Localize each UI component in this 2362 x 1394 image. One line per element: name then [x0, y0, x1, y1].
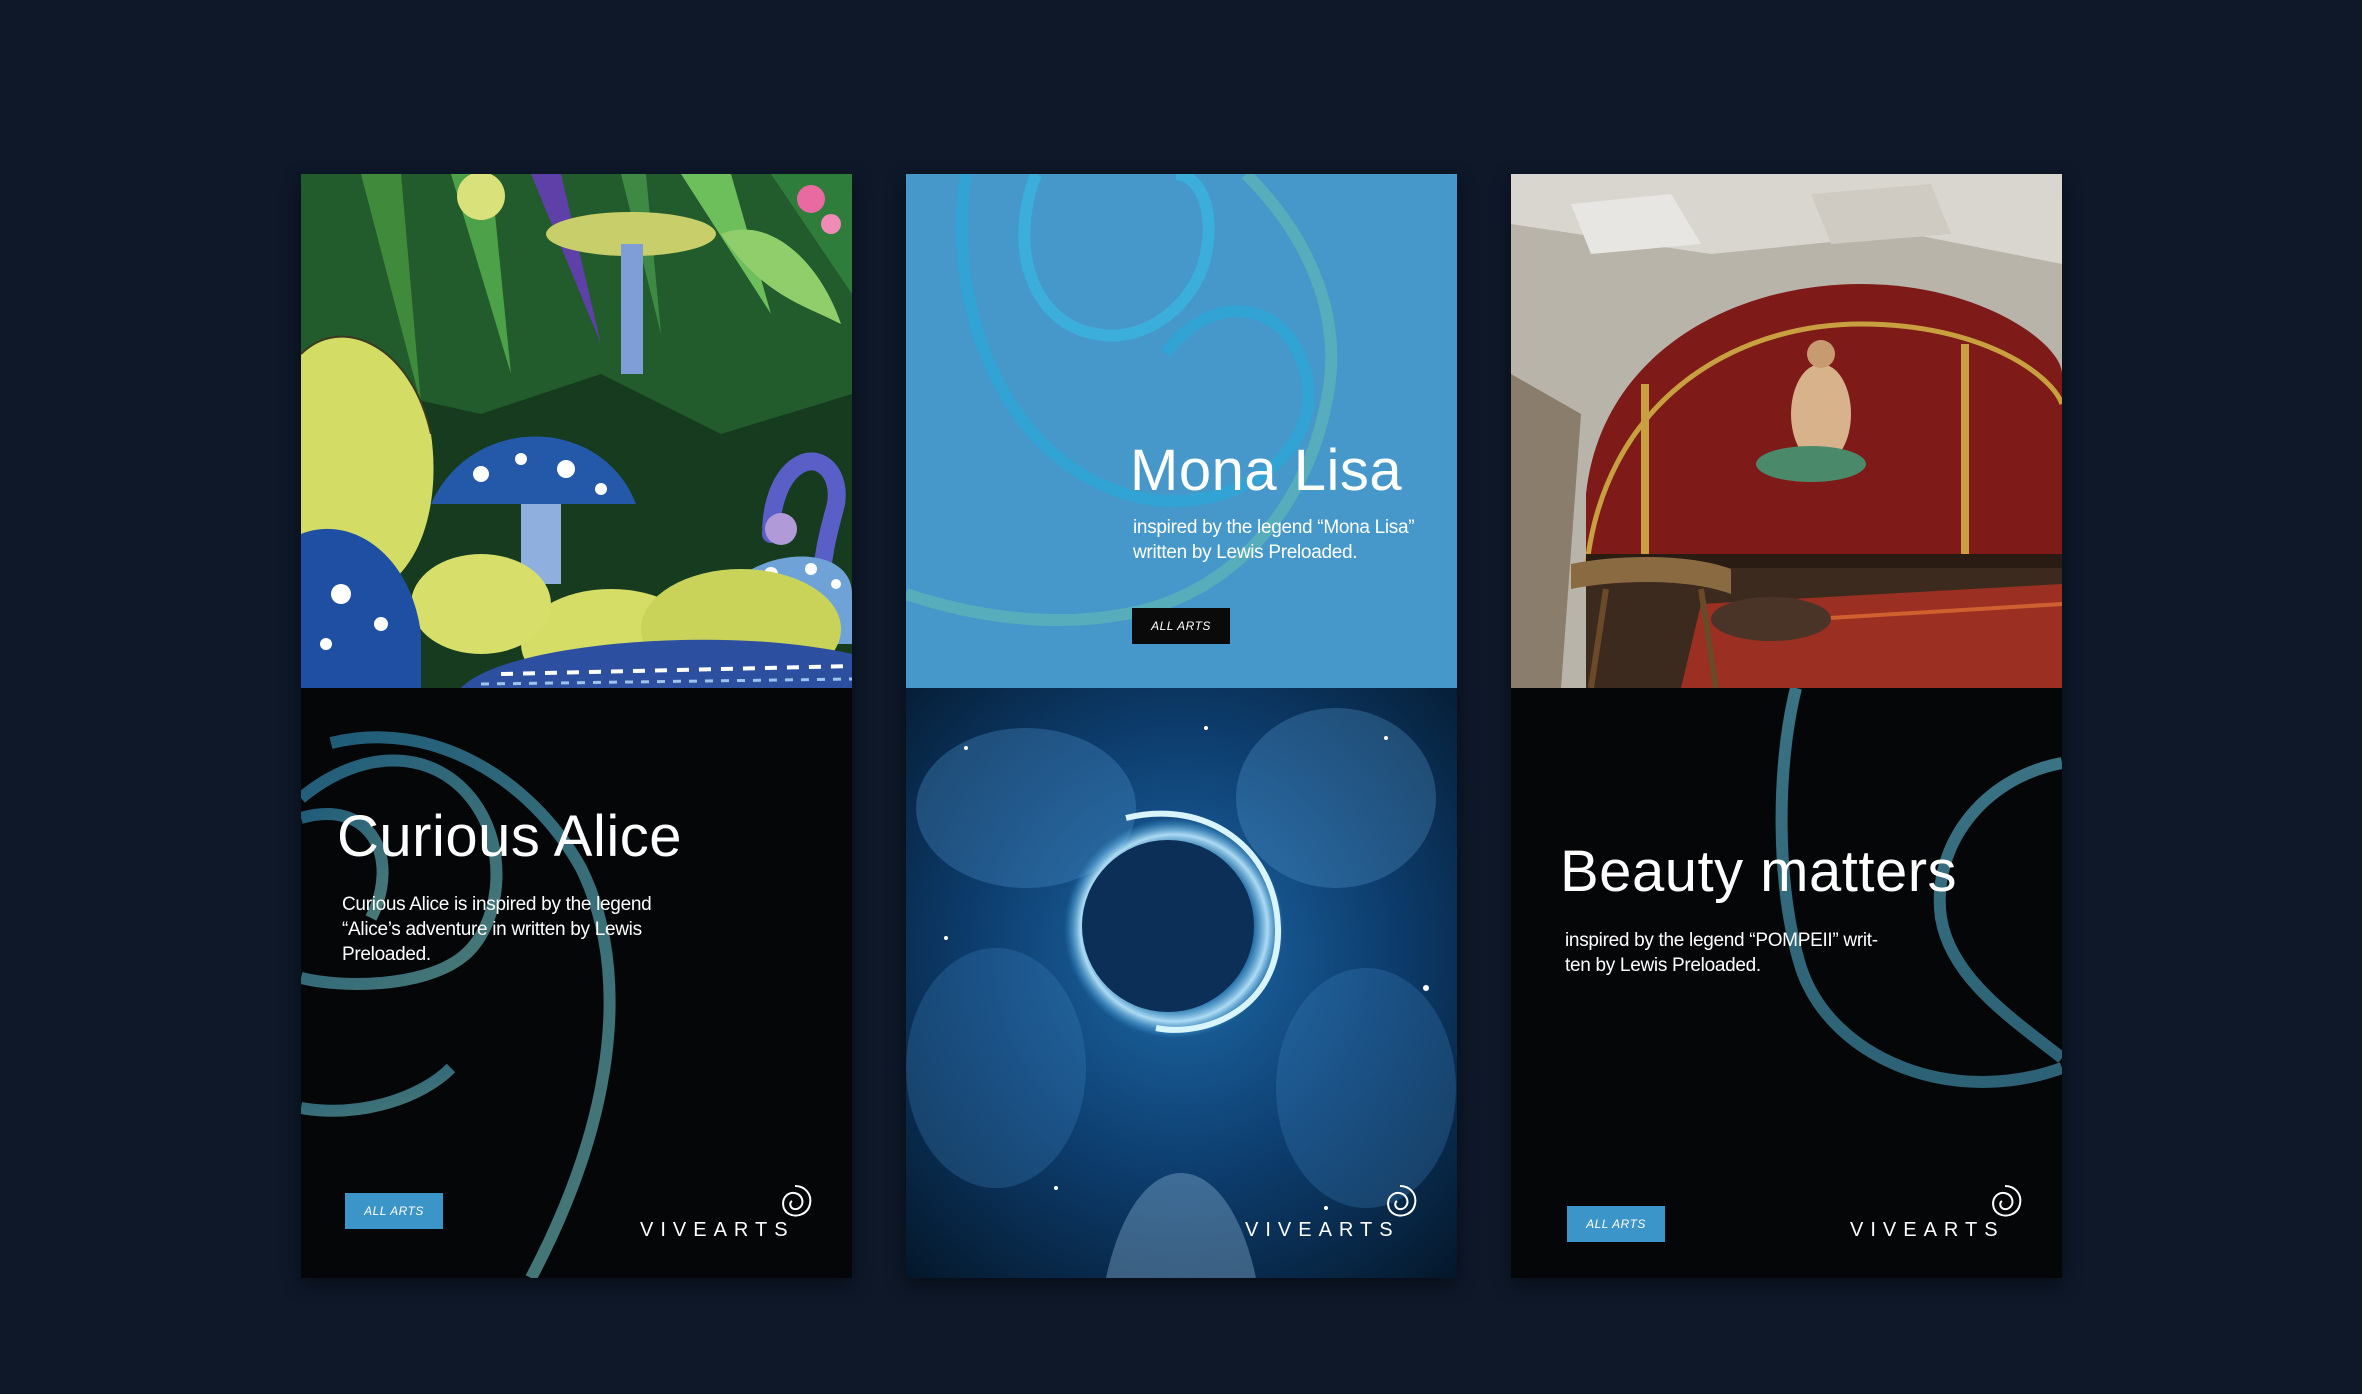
poster-title: Beauty matters — [1560, 839, 1958, 904]
spiral-logo-icon — [782, 1185, 812, 1217]
poster-card-curious-alice[interactable]: Curious Alice Curious Alice is inspired … — [301, 174, 852, 1278]
vivearts-logo: VIVEARTS — [1850, 1182, 2025, 1242]
poster-card-beauty-matters[interactable]: Beauty matters inspired by the legend “P… — [1511, 174, 2062, 1278]
poster-card-mona-lisa[interactable]: Mona Lisa inspired by the legend “Mona L… — [906, 174, 1457, 1278]
beauty-text-panel: Beauty matters inspired by the legend “P… — [1511, 688, 2062, 1278]
alice-illustration — [301, 174, 852, 688]
vivearts-logo: VIVEARTS — [640, 1182, 815, 1242]
mona-lisa-text-panel: Mona Lisa inspired by the legend “Mona L… — [906, 174, 1457, 688]
page-canvas: { "cards": [ { "title": "Curious Alice",… — [0, 0, 2362, 1394]
cosmic-eclipse-image: VIVEARTS — [906, 688, 1457, 1278]
poster-description: inspired by the legend “POMPEII” writ- t… — [1565, 930, 1878, 976]
all-arts-button[interactable]: ALL ARTS — [1567, 1206, 1665, 1242]
pompeii-fresco-image — [1511, 174, 2062, 688]
poster-description: Curious Alice is inspired by the legend … — [342, 894, 652, 965]
brand-wordmark: VIVEARTS — [1245, 1219, 1400, 1241]
brand-wordmark: VIVEARTS — [640, 1219, 795, 1241]
alice-text-panel: Curious Alice Curious Alice is inspired … — [301, 688, 852, 1278]
poster-description: inspired by the legend “Mona Lisa” writt… — [1133, 517, 1415, 563]
all-arts-button[interactable]: ALL ARTS — [345, 1193, 443, 1229]
spiral-logo-icon — [1387, 1185, 1417, 1217]
poster-title: Mona Lisa — [1130, 438, 1403, 503]
poster-title: Curious Alice — [337, 804, 682, 869]
brand-wordmark: VIVEARTS — [1850, 1219, 2005, 1241]
all-arts-button[interactable]: ALL ARTS — [1132, 608, 1230, 644]
spiral-logo-icon — [1992, 1185, 2022, 1217]
vivearts-logo: VIVEARTS — [1245, 1182, 1420, 1242]
